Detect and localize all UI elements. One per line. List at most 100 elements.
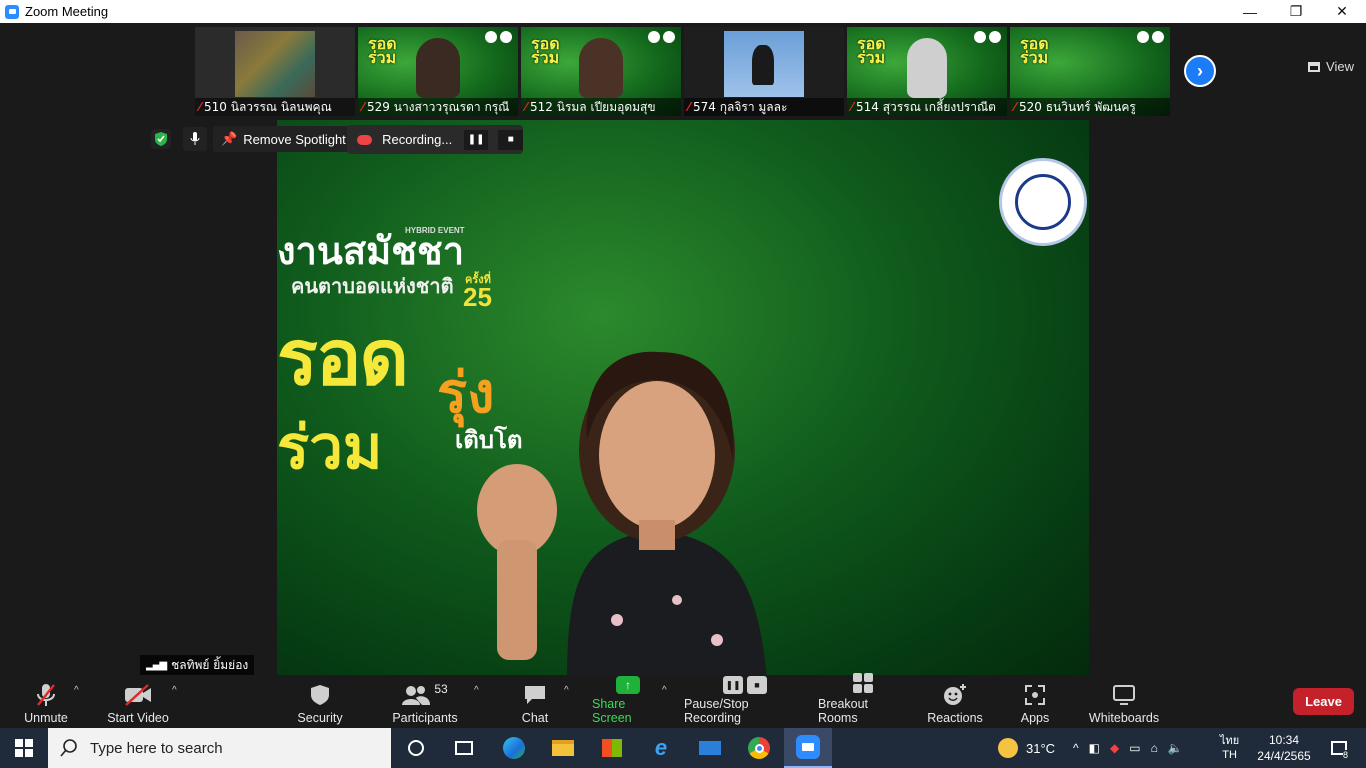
- battery-icon[interactable]: ▭: [1129, 741, 1140, 755]
- restore-button[interactable]: ❐: [1273, 0, 1319, 23]
- participant-video: [235, 31, 315, 97]
- chat-options-caret[interactable]: ^: [564, 685, 569, 696]
- event-slogan-3: ร่วม: [277, 413, 383, 483]
- pin-icon: 📌: [221, 131, 238, 146]
- participant-tile[interactable]: รอด ร่วม ⁄ 529 นางสาววรุณรดา กรุณี: [358, 27, 518, 116]
- participant-name: ⁄ 520 ธนวินทร์ พัฒนครู: [1010, 98, 1170, 116]
- taskbar-clock[interactable]: 10:34 24/4/2565: [1256, 728, 1312, 768]
- muted-mic-icon: [35, 682, 57, 708]
- video-options-caret[interactable]: ^: [172, 685, 177, 696]
- breakout-grid-icon: [852, 672, 874, 694]
- smiley-plus-icon: [943, 682, 967, 708]
- windows-start-button[interactable]: [0, 728, 48, 768]
- pause-stop-recording-button[interactable]: ❚❚ ■ Pause/Stop Recording: [684, 676, 806, 725]
- network-icon[interactable]: ⌂: [1151, 741, 1158, 755]
- tile-badges: [648, 31, 675, 43]
- mail-icon[interactable]: [686, 728, 734, 768]
- participant-name: ⁄ 574 กุลจิรา มูลละ: [684, 98, 844, 116]
- event-banner: รอด ร่วม: [531, 34, 560, 67]
- participants-button[interactable]: 53 Participants: [392, 679, 458, 725]
- internet-explorer-icon[interactable]: e: [637, 728, 685, 768]
- start-video-button[interactable]: Start Video: [106, 679, 170, 725]
- unmute-button[interactable]: Unmute: [22, 679, 70, 725]
- audio-options-caret[interactable]: ^: [74, 685, 79, 696]
- participant-video: [579, 38, 623, 98]
- grid-view-icon: [1308, 61, 1321, 72]
- meet-now-icon[interactable]: ◧: [1089, 741, 1100, 755]
- muted-mic-icon: ⁄: [851, 100, 854, 114]
- cloud-recording-icon: [357, 134, 373, 145]
- muted-mic-icon: ⁄: [688, 100, 691, 114]
- cortana-icon[interactable]: [392, 728, 440, 768]
- whiteboard-icon: [1112, 682, 1136, 708]
- participant-tile[interactable]: รอด ร่วม ⁄ 520 ธนวินทร์ พัฒนครู: [1010, 27, 1170, 116]
- participant-tile[interactable]: ⁄ 510 นิลวรรณ นิลนพคุณ: [195, 27, 355, 116]
- chat-bubble-icon: [523, 682, 547, 708]
- encryption-shield-icon[interactable]: [151, 129, 171, 149]
- muted-mic-icon: ⁄: [362, 100, 365, 114]
- tile-badges: [1137, 31, 1164, 43]
- participant-name: ⁄ 512 นิรมล เปียมอุดมสุข: [521, 98, 681, 116]
- edge-browser-icon[interactable]: [490, 728, 538, 768]
- apps-button[interactable]: Apps: [1016, 679, 1054, 725]
- speaker-name-tag: ▂▄▆ ชลทิพย์ ยิ้มย่อง: [140, 655, 255, 675]
- meeting-toolbar: Unmute ^ Start Video ^ Security 53 Parti…: [0, 673, 1366, 728]
- participants-icon: 53: [395, 682, 455, 708]
- share-screen-button[interactable]: ↑ Share Screen: [592, 676, 664, 725]
- participant-name: ⁄ 510 นิลวรรณ นิลนพคุณ: [195, 98, 355, 116]
- task-view-icon[interactable]: [440, 728, 488, 768]
- file-explorer-icon[interactable]: [539, 728, 587, 768]
- speaker-video: [477, 351, 767, 675]
- zoom-app-icon: [5, 4, 19, 19]
- muted-mic-icon: ⁄: [199, 100, 202, 114]
- participant-video: [907, 38, 947, 98]
- video-off-icon: [124, 682, 152, 708]
- system-tray: ^ ◧ ◆ ▭ ⌂ 🔈: [1073, 728, 1183, 768]
- chat-button[interactable]: Chat: [516, 679, 554, 725]
- window-titlebar: Zoom Meeting: [0, 0, 1366, 23]
- participant-name: ⁄ 514 สุวรรณ เกลี้ยงปราณีต: [847, 98, 1007, 116]
- remove-spotlight-button[interactable]: 📌 Remove Spotlight: [213, 126, 354, 152]
- next-page-arrow-icon[interactable]: ›: [1184, 55, 1216, 87]
- minimize-button[interactable]: —: [1227, 0, 1273, 23]
- breakout-rooms-button[interactable]: Breakout Rooms: [818, 673, 908, 725]
- shield-icon: [310, 682, 330, 708]
- recording-indicator: Recording... ❚❚ ■: [347, 125, 524, 154]
- leave-button[interactable]: Leave: [1293, 688, 1354, 715]
- action-center-button[interactable]: 8: [1324, 728, 1354, 768]
- share-options-caret[interactable]: ^: [662, 685, 667, 696]
- mic-status-icon[interactable]: [183, 127, 207, 151]
- volume-icon[interactable]: 🔈: [1168, 741, 1183, 755]
- view-button[interactable]: View: [1308, 59, 1354, 74]
- tile-badges: [974, 31, 1001, 43]
- zoom-taskbar-icon[interactable]: [784, 728, 832, 768]
- search-icon: [60, 739, 77, 757]
- event-banner: รอด ร่วม: [1020, 34, 1049, 67]
- windows-logo-icon: [15, 739, 33, 757]
- weather-widget[interactable]: 31°C: [998, 728, 1055, 768]
- pause-icon: ❚❚: [723, 676, 743, 694]
- pause-recording-button[interactable]: ❚❚: [463, 129, 489, 150]
- signal-strength-icon: ▂▄▆: [146, 659, 167, 671]
- stop-recording-button[interactable]: ■: [498, 129, 524, 150]
- close-button[interactable]: ✕: [1319, 0, 1365, 23]
- share-screen-icon: ↑: [616, 676, 640, 694]
- participant-tile[interactable]: รอด ร่วม ⁄ 512 นิรมล เปียมอุดมสุข: [521, 27, 681, 116]
- whiteboards-button[interactable]: Whiteboards: [1088, 679, 1160, 725]
- participants-options-caret[interactable]: ^: [474, 685, 479, 696]
- participant-tile[interactable]: รอด ร่วม ⁄ 514 สุวรรณ เกลี้ยงปราณีต: [847, 27, 1007, 116]
- event-banner: รอด ร่วม: [857, 34, 886, 67]
- participant-name: ⁄ 529 นางสาววรุณรดา กรุณี: [358, 98, 518, 116]
- taskbar-search-box[interactable]: Type here to search: [48, 728, 391, 768]
- participant-tile[interactable]: ⁄ 574 กุลจิรา มูลละ: [684, 27, 844, 116]
- app-tray-icon[interactable]: ◆: [1110, 741, 1119, 755]
- input-language-indicator[interactable]: ไทย TH: [1220, 728, 1239, 768]
- microsoft-store-icon[interactable]: [588, 728, 636, 768]
- weather-sun-icon: [998, 738, 1018, 758]
- reactions-button[interactable]: Reactions: [926, 679, 984, 725]
- chrome-icon[interactable]: [735, 728, 783, 768]
- participants-count: 53: [434, 682, 448, 696]
- spotlight-video: HYBRID EVENT งานสมัชชา คนตาบอดแห่งชาติ ค…: [277, 120, 1089, 675]
- show-hidden-icons-chevron-icon[interactable]: ^: [1073, 741, 1079, 755]
- security-button[interactable]: Security: [294, 679, 346, 725]
